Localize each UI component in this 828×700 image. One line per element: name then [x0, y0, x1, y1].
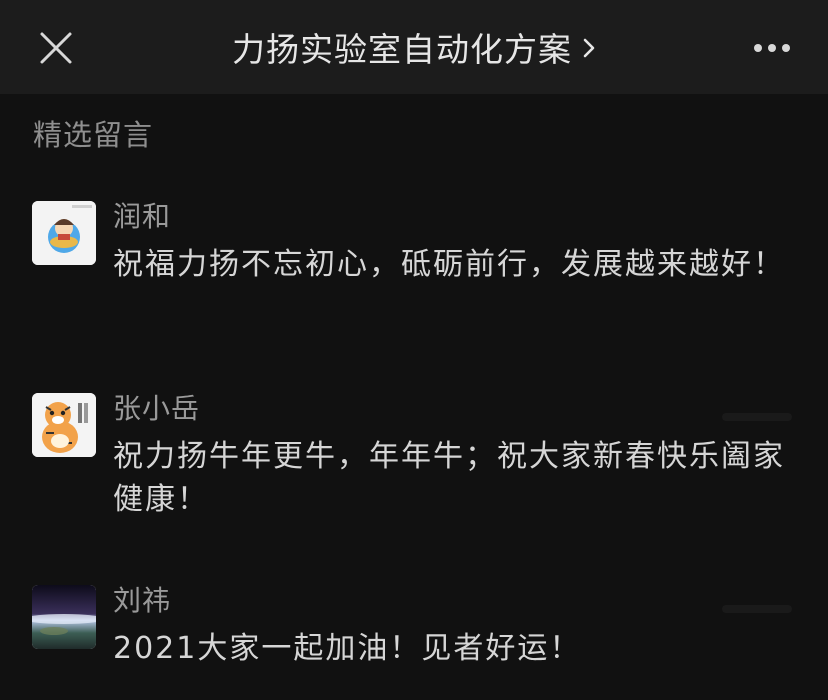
chevron-right-icon — [582, 28, 596, 67]
comment-item: 张小岳 祝力扬牛年更牛，年年牛；祝大家新春快乐阖家健康！ — [32, 393, 792, 523]
comment-nickname: 张小岳 — [113, 392, 201, 425]
avatar[interactable] — [32, 393, 96, 457]
cartoon-avatar-icon — [32, 201, 96, 265]
article-title-link[interactable]: 力扬实验室自动化方案 — [232, 23, 596, 71]
more-dots-icon — [754, 44, 790, 52]
comment-nickname: 刘祎 — [113, 584, 172, 617]
comment-nickname: 润和 — [113, 200, 172, 233]
like-area[interactable] — [722, 413, 792, 421]
like-area[interactable] — [722, 605, 792, 613]
tiger-avatar-icon — [32, 393, 96, 457]
more-button[interactable] — [746, 30, 798, 66]
comment-content: 2021大家一起加油！见者好运！ — [113, 631, 582, 666]
avatar[interactable] — [32, 585, 96, 649]
close-button[interactable] — [34, 26, 78, 70]
comment-content: 祝力扬牛年更牛，年年牛；祝大家新春快乐阖家健康！ — [113, 439, 785, 517]
comment-content: 祝福力扬不忘初心，砥砺前行，发展越来越好！ — [113, 247, 785, 282]
comment-item: 润和 祝福力扬不忘初心，砥砺前行，发展越来越好！ — [32, 201, 792, 331]
close-icon — [40, 32, 72, 64]
top-bar: 力扬实验室自动化方案 — [0, 0, 828, 94]
earth-photo-avatar-icon — [32, 585, 96, 649]
comment-item: 刘祎 2021大家一起加油！见者好运！ — [32, 585, 792, 675]
page-title: 力扬实验室自动化方案 — [232, 30, 572, 69]
featured-comments-heading: 精选留言 — [33, 118, 154, 152]
avatar[interactable] — [32, 201, 96, 265]
